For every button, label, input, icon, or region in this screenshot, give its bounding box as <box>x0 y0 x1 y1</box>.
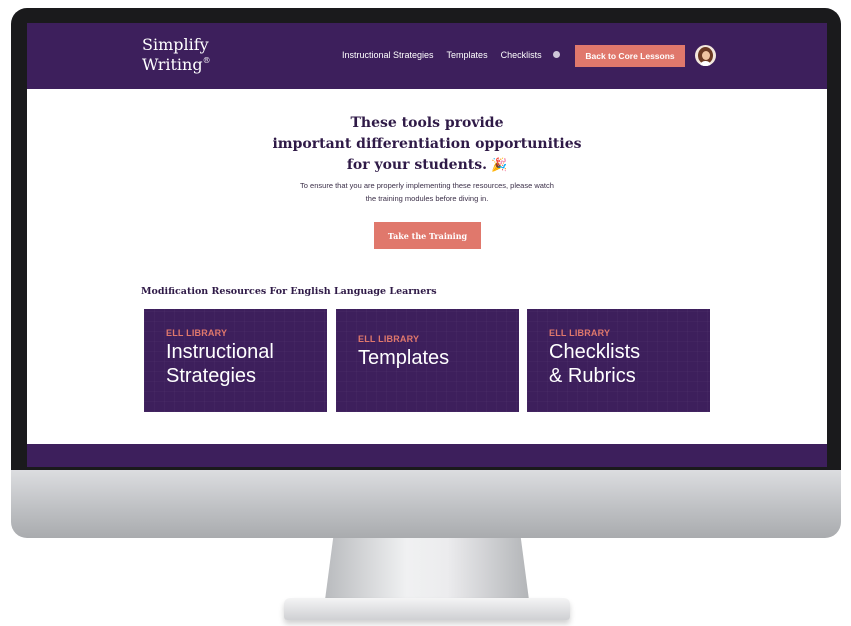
monitor-chin <box>11 470 841 538</box>
registered-mark: ® <box>202 56 211 65</box>
monitor-stand-neck <box>325 538 529 600</box>
site-header: Simplify Writing® Instructional Strategi… <box>27 23 827 89</box>
card-title: Templates <box>358 347 450 369</box>
site-logo[interactable]: Simplify Writing® <box>142 37 211 73</box>
take-the-training-button[interactable]: Take the Training <box>374 222 481 249</box>
logo-line-1: Simplify <box>142 35 209 54</box>
nav-link-templates[interactable]: Templates <box>447 50 488 60</box>
card-instructional-strategies[interactable]: ELL LIBRARY Instructional Strategies <box>144 309 327 412</box>
search-icon[interactable] <box>553 51 560 58</box>
section-title: Modification Resources For English Langu… <box>141 286 437 297</box>
headline-line-1: These tools provide <box>350 115 504 131</box>
intro-text: To ensure that you are properly implemen… <box>27 179 827 205</box>
footer-band <box>27 444 827 467</box>
card-templates[interactable]: ELL LIBRARY Templates <box>336 309 519 412</box>
headline-line-3: for your students. 🎉 <box>27 155 827 176</box>
card-kicker: ELL LIBRARY <box>549 328 611 338</box>
intro-line-2: the training modules before diving in. <box>365 194 489 203</box>
card-kicker: ELL LIBRARY <box>358 334 420 344</box>
card-checklists-rubrics[interactable]: ELL LIBRARY Checklists & Rubrics <box>527 309 710 412</box>
card-title: Instructional Strategies <box>166 341 274 387</box>
website-screen: Simplify Writing® Instructional Strategi… <box>27 23 827 467</box>
party-popper-icon: 🎉 <box>490 158 508 173</box>
nav-link-checklists[interactable]: Checklists <box>501 50 542 60</box>
card-title: Checklists & Rubrics <box>549 341 641 387</box>
main-nav: Instructional Strategies Templates Check… <box>342 50 542 60</box>
card-kicker: ELL LIBRARY <box>166 328 228 338</box>
monitor-stand-base <box>284 598 570 620</box>
intro-line-1: To ensure that you are properly implemen… <box>300 181 554 190</box>
logo-line-2: Writing® <box>142 55 211 74</box>
back-to-core-lessons-button[interactable]: Back to Core Lessons <box>575 45 685 67</box>
user-avatar-icon[interactable] <box>695 45 716 66</box>
page-headline: These tools provide important differenti… <box>27 113 827 176</box>
nav-link-instructional-strategies[interactable]: Instructional Strategies <box>342 50 434 60</box>
headline-line-2: important differentiation opportunities <box>272 136 582 152</box>
